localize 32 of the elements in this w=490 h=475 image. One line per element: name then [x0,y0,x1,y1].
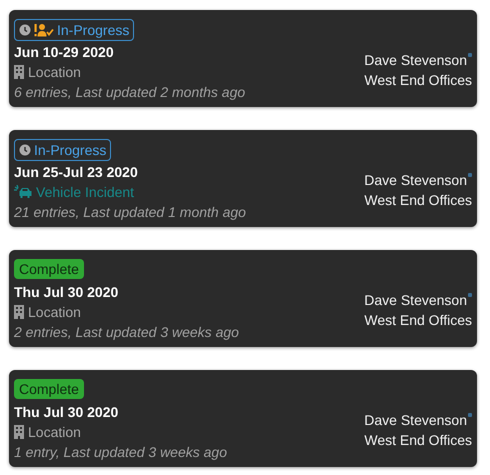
building-icon [14,425,24,439]
date-range: Jun 10-29 2020 [14,43,115,62]
date-range: Jun 25-Jul 23 2020 [14,163,139,182]
record-card[interactable]: Complete Thu Jul 30 2020 Location 2 entries, Last updated 3 weeks ago Dave Stevenson West End Offices [9,250,477,347]
date-range: Thu Jul 30 2020 [14,403,120,422]
entry-summary: 1 entry, Last updated 3 weeks ago [14,443,227,462]
entry-summary: 2 entries, Last updated 3 weeks ago [14,323,239,342]
entry-summary: 21 entries, Last updated 1 month ago [14,203,246,222]
person-name: Dave Stevenson [364,51,467,70]
person-name: Dave Stevenson [364,171,467,190]
site-name: West End Offices [364,431,472,450]
person-name: Dave Stevenson [364,411,467,430]
date-range: Thu Jul 30 2020 [14,283,120,302]
car-crash-icon [14,185,32,199]
category-label: Location [28,303,81,322]
status-label: In-Progress [34,142,106,158]
building-icon [14,305,24,319]
building-icon [14,65,24,79]
status-label: Complete [19,261,79,277]
category-label: Location [28,423,81,442]
site-name: West End Offices [364,311,472,330]
status-label: Complete [19,381,79,397]
site-name: West End Offices [364,71,472,90]
entry-summary: 6 entries, Last updated 2 months ago [14,83,246,102]
record-card[interactable]: In-Progress Jun 10-29 2020 Location 6 entries, Last updated 2 months ago Dave Stevenson West End Offices [9,10,477,107]
record-card[interactable]: Complete Thu Jul 30 2020 Location 1 entry, Last updated 3 weeks ago Dave Stevenson West End Offices [9,370,477,467]
site-name: West End Offices [364,191,472,210]
person-name: Dave Stevenson [364,291,467,310]
status-label: In-Progress [57,22,130,38]
category-label: Vehicle Incident [36,183,134,202]
category-label: Location [28,63,81,82]
record-card[interactable]: In-Progress Jun 25-Jul 23 2020 Vehicle Incident 21 entries, Last updated 1 month ago Dave Stevenson West End Offices [9,130,477,227]
